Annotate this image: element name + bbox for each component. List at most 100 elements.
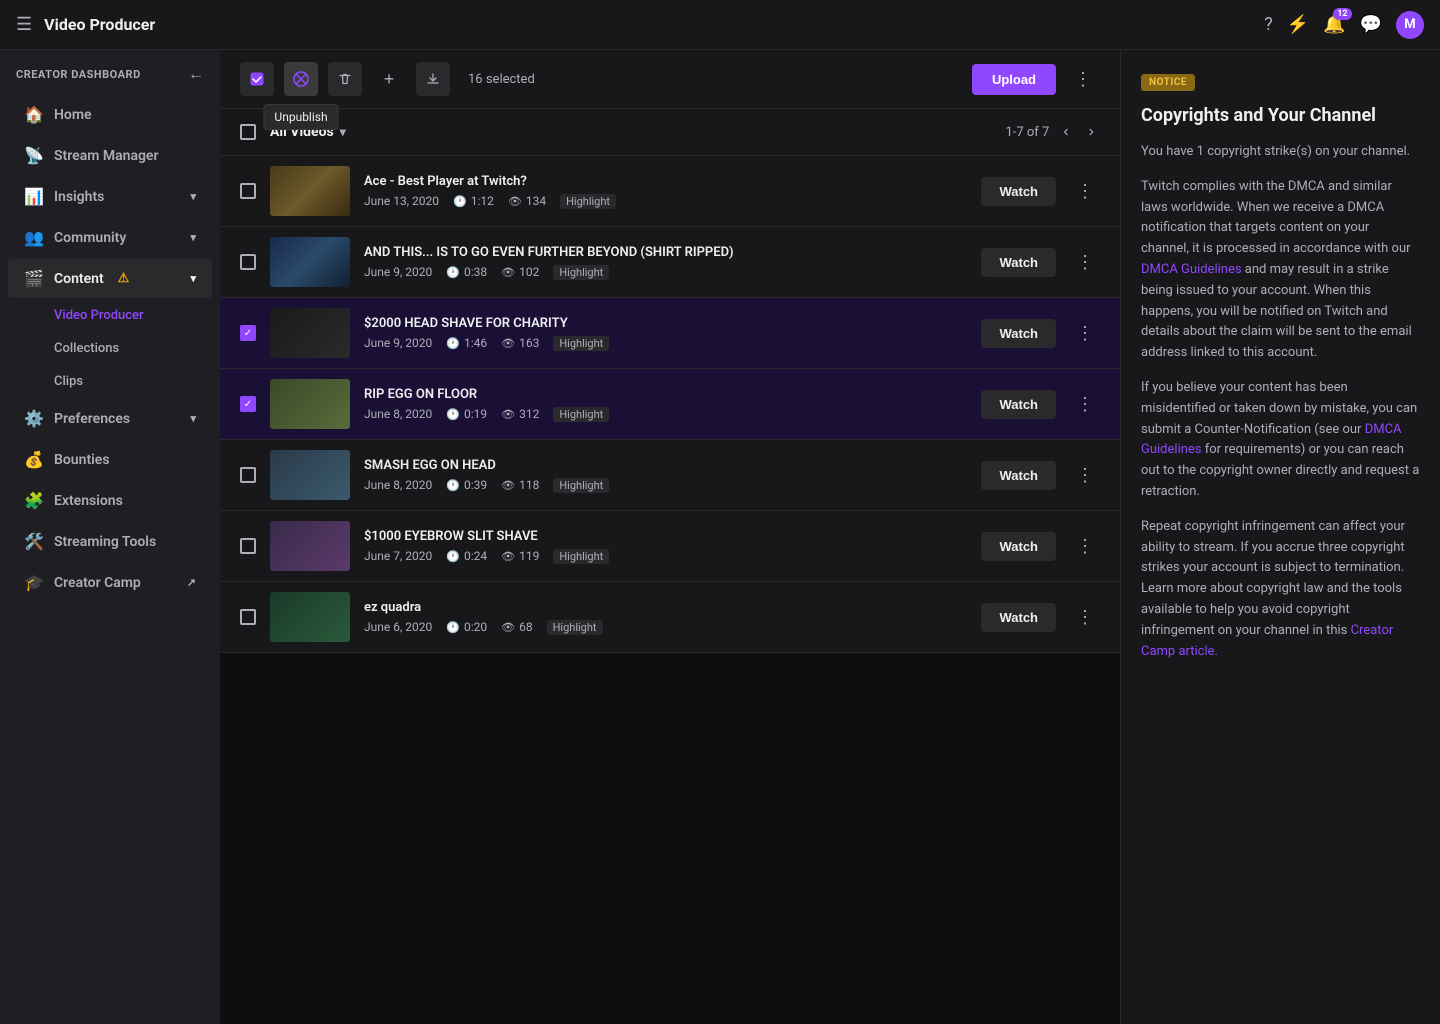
right-panel: NOTICE Copyrights and Your Channel You h…	[1120, 50, 1440, 1024]
clock-icon-5: 🕐	[446, 479, 460, 492]
table-row: SMASH EGG ON HEAD June 8, 2020 🕐 0:39 👁 …	[220, 440, 1120, 511]
video-title-2: AND THIS... IS TO GO EVEN FURTHER BEYOND…	[364, 245, 967, 260]
sidebar-item-home-label: Home	[54, 107, 92, 123]
streaming-tools-icon: 🛠️	[24, 532, 44, 551]
video-date-1: June 13, 2020	[364, 194, 439, 208]
video-thumbnail-1	[270, 166, 350, 216]
video-title-1: Ace - Best Player at Twitch?	[364, 174, 967, 189]
unpublish-button[interactable]	[284, 62, 318, 96]
unpublish-tooltip: Unpublish	[263, 104, 338, 130]
selected-count: 16 selected	[468, 72, 535, 87]
video-title-4: RIP EGG ON FLOOR	[364, 387, 967, 402]
row-more-button-4[interactable]: ⋮	[1070, 390, 1100, 419]
avatar[interactable]: M	[1396, 11, 1424, 39]
dmca-guidelines-link-1[interactable]: DMCA Guidelines	[1141, 262, 1242, 277]
video-duration-5: 🕐 0:39	[446, 478, 487, 492]
row-more-button-7[interactable]: ⋮	[1070, 603, 1100, 632]
row-checkbox-4[interactable]	[240, 396, 256, 412]
hype-icon[interactable]: ⚡	[1287, 14, 1309, 35]
clock-icon-4: 🕐	[446, 408, 460, 421]
table-row: $2000 HEAD SHAVE FOR CHARITY June 9, 202…	[220, 298, 1120, 369]
sidebar-item-preferences[interactable]: ⚙️ Preferences ▾	[8, 399, 212, 438]
watch-button-4[interactable]: Watch	[981, 390, 1056, 419]
clock-icon-2: 🕐	[446, 266, 460, 279]
video-thumbnail-5	[270, 450, 350, 500]
row-more-button-3[interactable]: ⋮	[1070, 319, 1100, 348]
video-meta-5: June 8, 2020 🕐 0:39 👁 118 Highlight	[364, 478, 967, 493]
sidebar-item-bounties[interactable]: 💰 Bounties	[8, 440, 212, 479]
dmca-guidelines-link-2[interactable]: DMCA Guidelines	[1141, 422, 1402, 458]
toolbar-more-button[interactable]: ⋮	[1066, 65, 1100, 94]
sidebar-item-streaming-tools[interactable]: 🛠️ Streaming Tools	[8, 522, 212, 561]
hamburger-icon[interactable]: ☰	[16, 14, 32, 35]
watch-button-3[interactable]: Watch	[981, 319, 1056, 348]
sidebar-item-insights[interactable]: 📊 Insights ▾	[8, 177, 212, 216]
sidebar-item-creator-camp[interactable]: 🎓 Creator Camp ↗	[8, 563, 212, 602]
download-button[interactable]	[416, 62, 450, 96]
upload-button[interactable]: Upload	[972, 64, 1056, 95]
video-views-4: 👁 312	[501, 407, 539, 421]
video-duration-2: 🕐 0:38	[446, 265, 487, 279]
sidebar-item-community-label: Community	[54, 230, 126, 246]
sidebar-item-home[interactable]: 🏠 Home	[8, 95, 212, 134]
creator-camp-external-icon: ↗	[187, 576, 196, 589]
sidebar-item-extensions[interactable]: 🧩 Extensions	[8, 481, 212, 520]
row-checkbox-2[interactable]	[240, 254, 256, 270]
video-duration-7: 🕐 0:20	[446, 620, 487, 634]
watch-button-6[interactable]: Watch	[981, 532, 1056, 561]
row-more-button-5[interactable]: ⋮	[1070, 461, 1100, 490]
watch-button-5[interactable]: Watch	[981, 461, 1056, 490]
unpublish-tooltip-wrap: Unpublish	[284, 62, 318, 96]
sidebar-subitem-video-producer-label: Video Producer	[54, 308, 144, 323]
back-icon[interactable]: ←	[188, 64, 204, 84]
sidebar-item-stream-manager[interactable]: 📡 Stream Manager	[8, 136, 212, 175]
table-row: $1000 EYEBROW SLIT SHAVE June 7, 2020 🕐 …	[220, 511, 1120, 582]
video-title-3: $2000 HEAD SHAVE FOR CHARITY	[364, 316, 967, 331]
row-more-button-1[interactable]: ⋮	[1070, 177, 1100, 206]
add-button[interactable]: +	[372, 62, 406, 96]
select-all-button[interactable]	[240, 62, 274, 96]
help-icon[interactable]: ?	[1264, 14, 1273, 35]
row-more-button-6[interactable]: ⋮	[1070, 532, 1100, 561]
sidebar-item-community[interactable]: 👥 Community ▾	[8, 218, 212, 257]
sidebar-subitem-clips[interactable]: Clips	[8, 366, 212, 397]
row-checkbox-3[interactable]	[240, 325, 256, 341]
clock-icon-7: 🕐	[446, 621, 460, 634]
chat-icon[interactable]: 💬	[1360, 14, 1382, 35]
delete-button[interactable]	[328, 62, 362, 96]
creator-dashboard-header: CREATOR DASHBOARD ←	[0, 50, 220, 94]
watch-button-1[interactable]: Watch	[981, 177, 1056, 206]
row-checkbox-1[interactable]	[240, 183, 256, 199]
video-title-6: $1000 EYEBROW SLIT SHAVE	[364, 529, 967, 544]
row-checkbox-7[interactable]	[240, 609, 256, 625]
community-icon: 👥	[24, 228, 44, 247]
sidebar-subitem-video-producer[interactable]: Video Producer	[8, 300, 212, 331]
video-views-6: 👁 119	[501, 549, 539, 563]
pagination-next-button[interactable]: ›	[1083, 121, 1100, 143]
row-more-button-2[interactable]: ⋮	[1070, 248, 1100, 277]
video-info-4: RIP EGG ON FLOOR June 8, 2020 🕐 0:19 👁 3…	[364, 387, 967, 422]
sidebar-item-extensions-label: Extensions	[54, 493, 123, 509]
pagination-prev-button[interactable]: ‹	[1057, 121, 1074, 143]
sidebar-item-content[interactable]: 🎬 Content ⚠ ▾	[8, 259, 212, 298]
bounties-icon: 💰	[24, 450, 44, 469]
top-nav-left: ☰ Video Producer	[16, 14, 1252, 35]
video-list: Ace - Best Player at Twitch? June 13, 20…	[220, 156, 1120, 1024]
clock-icon-3: 🕐	[446, 337, 460, 350]
sidebar-subitem-collections[interactable]: Collections	[8, 333, 212, 364]
watch-button-7[interactable]: Watch	[981, 603, 1056, 632]
row-checkbox-5[interactable]	[240, 467, 256, 483]
views-icon-1: 👁	[508, 195, 522, 208]
video-duration-6: 🕐 0:24	[446, 549, 487, 563]
creator-camp-icon: 🎓	[24, 573, 44, 592]
notifications-icon[interactable]: 🔔 12	[1323, 14, 1345, 35]
video-date-3: June 9, 2020	[364, 336, 432, 350]
views-icon-4: 👁	[501, 408, 515, 421]
video-info-3: $2000 HEAD SHAVE FOR CHARITY June 9, 202…	[364, 316, 967, 351]
row-checkbox-6[interactable]	[240, 538, 256, 554]
creator-camp-link[interactable]: Creator Camp article.	[1141, 623, 1393, 659]
video-meta-3: June 9, 2020 🕐 1:46 👁 163 Highlight	[364, 336, 967, 351]
video-title-7: ez quadra	[364, 600, 967, 615]
select-all-checkbox[interactable]	[240, 124, 256, 140]
watch-button-2[interactable]: Watch	[981, 248, 1056, 277]
